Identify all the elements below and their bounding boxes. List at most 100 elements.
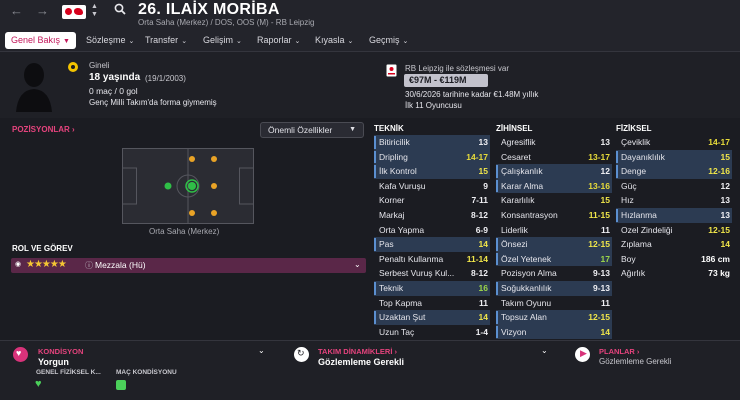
tab-contract[interactable]: Sözleşme ⌄ — [86, 32, 134, 49]
dropdown-label: Önemli Özellikler — [268, 125, 333, 135]
attribute-row[interactable]: Liderlik 11 — [496, 223, 612, 238]
team-dynamics-value: Gözlemleme Gerekli — [318, 357, 405, 367]
attribute-name: Güç — [621, 180, 637, 191]
attribute-row[interactable]: Markaj 8-12 — [374, 208, 490, 223]
attribute-row[interactable]: Hızlanma 13 — [616, 207, 732, 223]
role-selector[interactable]: ◉ ★★★★★ ⓘ Mezzala (Hü) ⌄ — [11, 258, 366, 273]
tab-development[interactable]: Gelişim ⌄ — [203, 32, 242, 49]
mental-attributes: Agresiflik 13 Cesaret 13-17 Çalışkanlık 12 Kar… — [496, 135, 612, 340]
attribute-row[interactable]: Ozel Zindeliği 12-15 — [616, 223, 732, 238]
tab-overview[interactable]: Genel Bakış ▼ — [5, 32, 76, 49]
attribute-row[interactable]: Denge 12-16 — [616, 164, 732, 179]
attribute-row[interactable]: Dayanıklılık 15 — [616, 149, 732, 165]
team-dynamics-title[interactable]: TAKIM DİNAMİKLERİ › — [318, 347, 397, 356]
attribute-row[interactable]: Dripling 14-17 — [374, 149, 490, 165]
chevron-down-icon[interactable]: ⌄ — [541, 346, 548, 355]
attribute-row[interactable]: Hız 13 — [616, 193, 732, 208]
attribute-row[interactable]: Vizyon 14 — [496, 324, 612, 340]
tab-history[interactable]: Geçmiş ⌄ — [369, 32, 408, 49]
attribute-row[interactable]: Karar Alma 13-16 — [496, 178, 612, 194]
position-caption: Orta Saha (Merkez) — [149, 227, 220, 236]
attribute-row[interactable]: Takım Oyunu 11 — [496, 296, 612, 311]
tab-label: Raporlar — [257, 35, 292, 45]
attribute-row[interactable]: Konsantrasyon 11-15 — [496, 208, 612, 223]
attribute-name: Zıplama — [621, 239, 652, 250]
attribute-row[interactable]: Uzaktan Şut 14 — [374, 310, 490, 325]
attribute-name: Vizyon — [501, 326, 527, 337]
attribute-value: 12-15 — [708, 224, 730, 235]
attribute-name: Konsantrasyon — [501, 209, 558, 220]
attribute-name: Çalışkanlık — [501, 166, 543, 177]
attribute-row[interactable]: Uzun Taç 1-4 — [374, 325, 490, 340]
forward-arrow-icon[interactable]: → — [36, 3, 49, 18]
attribute-value: 14-17 — [466, 151, 488, 162]
attribute-name: Uzun Taç — [379, 326, 415, 337]
attribute-row[interactable]: Topsuz Alan 12-15 — [496, 310, 612, 325]
attribute-row[interactable]: Cesaret 13-17 — [496, 150, 612, 165]
attribute-row[interactable]: Kafa Vuruşu 9 — [374, 179, 490, 194]
attribute-row[interactable]: Kararlılık 15 — [496, 193, 612, 208]
back-arrow-icon[interactable]: ← — [10, 3, 23, 18]
attribute-row[interactable]: Pozisyon Alma 9-13 — [496, 266, 612, 281]
attribute-value: 16 — [478, 282, 488, 293]
position-dot — [164, 182, 172, 190]
condition-value: Yorgun — [38, 357, 69, 367]
attribute-row[interactable]: Teknik 16 — [374, 280, 490, 296]
attribute-value: 13-17 — [588, 151, 610, 162]
attribute-row[interactable]: Çalışkanlık 12 — [496, 164, 612, 179]
career-stats: 0 maç / 0 gol — [89, 86, 138, 96]
tab-compare[interactable]: Kıyasla ⌄ — [315, 32, 353, 49]
attribute-row[interactable]: Penaltı Kullanma 11-14 — [374, 252, 490, 267]
attribute-row[interactable]: Serbest Vuruş Kul... 8-12 — [374, 266, 490, 281]
attribute-name: Özel Yetenek — [501, 253, 552, 264]
nationality-flag-icon — [68, 62, 78, 72]
chevron-down-icon: ▼ — [349, 126, 356, 133]
positions-link[interactable]: POZİSYONLAR › — [12, 125, 75, 134]
attribute-row[interactable]: Pas 14 — [374, 237, 490, 252]
tab-reports[interactable]: Raporlar ⌄ — [257, 32, 300, 49]
attribute-value: 8-12 — [470, 268, 488, 279]
attribute-value: 13 — [600, 137, 610, 147]
positions-link-label: POZİSYONLAR — [12, 125, 70, 134]
plans-title[interactable]: PLANLAR › — [599, 347, 639, 356]
refresh-glyph-icon: ↻ — [297, 348, 305, 358]
attribute-row[interactable]: Güç 12 — [616, 179, 732, 194]
attribute-row[interactable]: Soğukkanlılık 9-13 — [496, 280, 612, 296]
condition-title[interactable]: KONDİSYON — [38, 347, 83, 356]
attribute-row[interactable]: Agresiflik 13 — [496, 135, 612, 150]
attribute-row[interactable]: Orta Yapma 6-9 — [374, 223, 490, 238]
attribute-row[interactable]: Çeviklik 14-17 — [616, 135, 732, 150]
attribute-row[interactable]: Top Kapma 11 — [374, 296, 490, 311]
attribute-value: 9-13 — [592, 268, 610, 279]
attribute-name: Liderlik — [501, 224, 528, 235]
chevron-down-icon: ⌄ — [402, 38, 409, 45]
physical-title: FİZİKSEL — [616, 124, 652, 133]
attribute-row[interactable]: İlk Kontrol 15 — [374, 164, 490, 179]
attribute-value: 13 — [720, 209, 730, 220]
attribute-name: İlk Kontrol — [379, 166, 417, 177]
attribute-row[interactable]: Zıplama 14 — [616, 237, 732, 252]
attribute-name: Cesaret — [501, 151, 531, 162]
attribute-value: 14-17 — [708, 137, 730, 147]
position-pitch — [122, 148, 254, 224]
attribute-name: Uzaktan Şut — [379, 312, 426, 323]
tab-transfer[interactable]: Transfer ⌄ — [145, 32, 187, 49]
attribute-value: 14 — [478, 312, 488, 323]
player-switch-icon[interactable]: ▲ ▼ — [91, 3, 98, 19]
attribute-value: 11 — [601, 297, 610, 308]
attribute-row[interactable]: Bitiricilik 13 — [374, 135, 490, 150]
search-icon[interactable] — [114, 3, 126, 15]
team-dynamics-title-text: TAKIM DİNAMİKLERİ — [318, 347, 393, 356]
attribute-row[interactable]: Korner 7-11 — [374, 193, 490, 208]
attribute-value: 13 — [720, 195, 730, 206]
attributes-dropdown[interactable]: Önemli Özellikler ▼ — [260, 122, 364, 138]
youth-caps: Genç Milli Takım'da forma giymemiş — [89, 98, 217, 107]
value-badge[interactable]: €97M - €119M — [404, 74, 488, 87]
attribute-name: Korner — [379, 195, 405, 206]
attribute-row[interactable]: Özel Yetenek 17 — [496, 251, 612, 267]
chevron-down-icon[interactable]: ⌄ — [258, 346, 265, 355]
tab-label: Geçmiş — [369, 35, 400, 45]
attribute-name: Önsezi — [501, 239, 528, 250]
club-logo[interactable] — [62, 5, 86, 19]
attribute-row[interactable]: Önsezi 12-15 — [496, 237, 612, 252]
